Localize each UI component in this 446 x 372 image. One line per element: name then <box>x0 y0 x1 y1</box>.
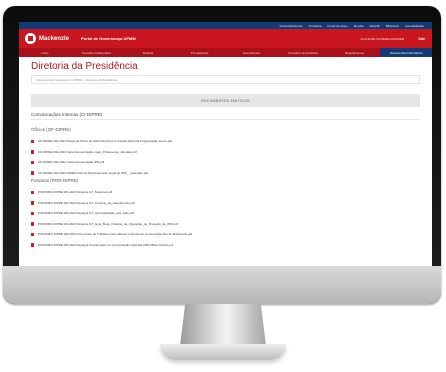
pdf-icon <box>31 243 34 247</box>
user-name: ALUNA DE OLIVEIRA PRADIER <box>360 36 404 41</box>
document-link[interactable]: PORTARIA DIPRE 003-2023 Designa GT_Infor… <box>31 208 420 219</box>
site-header: Mackenzie Portal de Governança UPMM ALUN… <box>19 29 432 48</box>
breadcrumb[interactable]: Documentos Normativos > DIPRE > Diretori… <box>31 75 420 84</box>
pdf-icon <box>31 201 34 205</box>
main-content: Diretoria da Presidência Documentos Norm… <box>19 57 432 250</box>
utility-link[interactable]: Ouvidoria <box>309 24 322 28</box>
document-link-label[interactable]: OF-DIPRE 002-2023 Carta Apresentação Loj… <box>38 150 137 154</box>
nav-item-vice-reitoria[interactable]: Vice-Reitoria <box>226 48 278 57</box>
document-link[interactable]: PORTARIA DIPRE 001-2023 Designa GT_Siste… <box>31 187 420 198</box>
document-link[interactable]: OF-DIPRE 001-2023 Resposta Ofício de 202… <box>31 136 420 147</box>
mackenzie-logo-icon[interactable] <box>25 33 36 44</box>
utility-link[interactable]: Acessibilidade <box>405 24 424 28</box>
logo-text[interactable]: Mackenzie <box>39 36 69 42</box>
subsection-title-portarias: Portarias (POR-DIPRE) <box>31 178 79 183</box>
documents-section-bar: DOCUMENTOS EMITIDOS <box>31 94 420 107</box>
nav-item-reitoria[interactable]: Reitoria <box>122 48 174 57</box>
document-link[interactable]: OF-DIPRE 004-2023 DIREM Informa Represen… <box>31 168 420 179</box>
divider <box>31 119 420 120</box>
document-link-label[interactable]: OF-DIPRE 004-2023 DIREM Informa Represen… <box>38 171 148 175</box>
pdf-icon <box>31 232 34 236</box>
pdf-icon <box>31 222 34 226</box>
main-nav: Início Conselho Deliberativo Reitoria Pr… <box>19 48 432 57</box>
document-link[interactable]: OF-DIPRE 003-2023 Carta Apresentação IPM… <box>31 157 420 168</box>
document-link[interactable]: PORTARIA DIPRE 006-2023 Designa Coordena… <box>31 240 420 251</box>
monitor-chin <box>3 266 441 304</box>
document-link-label[interactable]: PORTARIA DIPRE 003-2023 Designa GT_Infor… <box>38 211 134 215</box>
monitor-stand <box>180 304 266 346</box>
utility-link[interactable]: Portal Mackenzie <box>280 24 303 28</box>
pdf-icon <box>31 171 34 175</box>
document-link-label[interactable]: OF-DIPRE 001-2023 Resposta Ofício de 202… <box>38 139 172 143</box>
utility-link[interactable]: Portal do Aluno <box>327 24 347 28</box>
monitor-frame: Portal Mackenzie Ouvidoria Portal do Alu… <box>3 6 441 304</box>
utility-link[interactable]: Moodle <box>354 24 364 28</box>
screen: Portal Mackenzie Ouvidoria Portal do Alu… <box>19 22 432 271</box>
document-link-label[interactable]: PORTARIA DIPRE 002-2023 Designa GT_Contr… <box>38 201 135 205</box>
portal-title: Portal de Governança UPMM <box>81 36 136 41</box>
monitor-base <box>160 344 286 360</box>
utility-bar: Portal Mackenzie Ouvidoria Portal do Alu… <box>19 22 432 29</box>
document-link-label[interactable]: PORTARIA DIPRE 004-2023 Designa GT_Guia_… <box>38 222 178 226</box>
subsection-title-oficios: Ofícios (OF-DIPRE) <box>31 127 71 132</box>
section-title-comunicacoes: Comunicações Internas (CI-DIPRE) <box>31 112 103 117</box>
document-link[interactable]: PORTARIA DIPRE 002-2023 Designa GT_Contr… <box>31 198 420 209</box>
pdf-icon <box>31 150 34 154</box>
pdf-icon <box>31 139 34 143</box>
document-link[interactable]: OF-DIPRE 002-2023 Carta Apresentação Loj… <box>31 147 420 158</box>
nav-item-inicio[interactable]: Início <box>19 48 71 57</box>
document-link-label[interactable]: PORTARIA DIPRE 001-2023 Designa GT_Siste… <box>38 190 112 194</box>
document-link[interactable]: PORTARIA DIPRE 004-2023 Designa GT_Guia_… <box>31 219 420 230</box>
nav-item-conselho-deliberativo[interactable]: Conselho Deliberativo <box>71 48 123 57</box>
document-link-label[interactable]: PORTARIA DIPRE 006-2023 Designa Coordena… <box>38 243 173 247</box>
document-link-label[interactable]: OF-DIPRE 003-2023 Carta Apresentação IPM… <box>38 160 104 164</box>
utility-link[interactable]: MackID <box>370 24 380 28</box>
pdf-icon <box>31 160 34 164</box>
utility-link[interactable]: Biblioteca <box>386 24 399 28</box>
nav-item-conselho-universitario[interactable]: Conselho Universitário <box>277 48 329 57</box>
document-link[interactable]: PORTARIA DIPRE 005-2023 Cria Grupo de Tr… <box>31 229 420 240</box>
nav-item-regulamentos[interactable]: Regulamentos <box>329 48 381 57</box>
page-title: Diretoria da Presidência <box>31 61 138 72</box>
nav-item-documentos-normativos[interactable]: Documentos Normativos <box>380 48 432 57</box>
pdf-icon <box>31 211 34 215</box>
logout-button[interactable]: Sair <box>418 37 425 41</box>
nav-item-pro-reitorias[interactable]: Pró-Reitorias <box>174 48 226 57</box>
document-link-label[interactable]: PORTARIA DIPRE 005-2023 Cria Grupo de Tr… <box>38 232 192 236</box>
pdf-icon <box>31 190 34 194</box>
